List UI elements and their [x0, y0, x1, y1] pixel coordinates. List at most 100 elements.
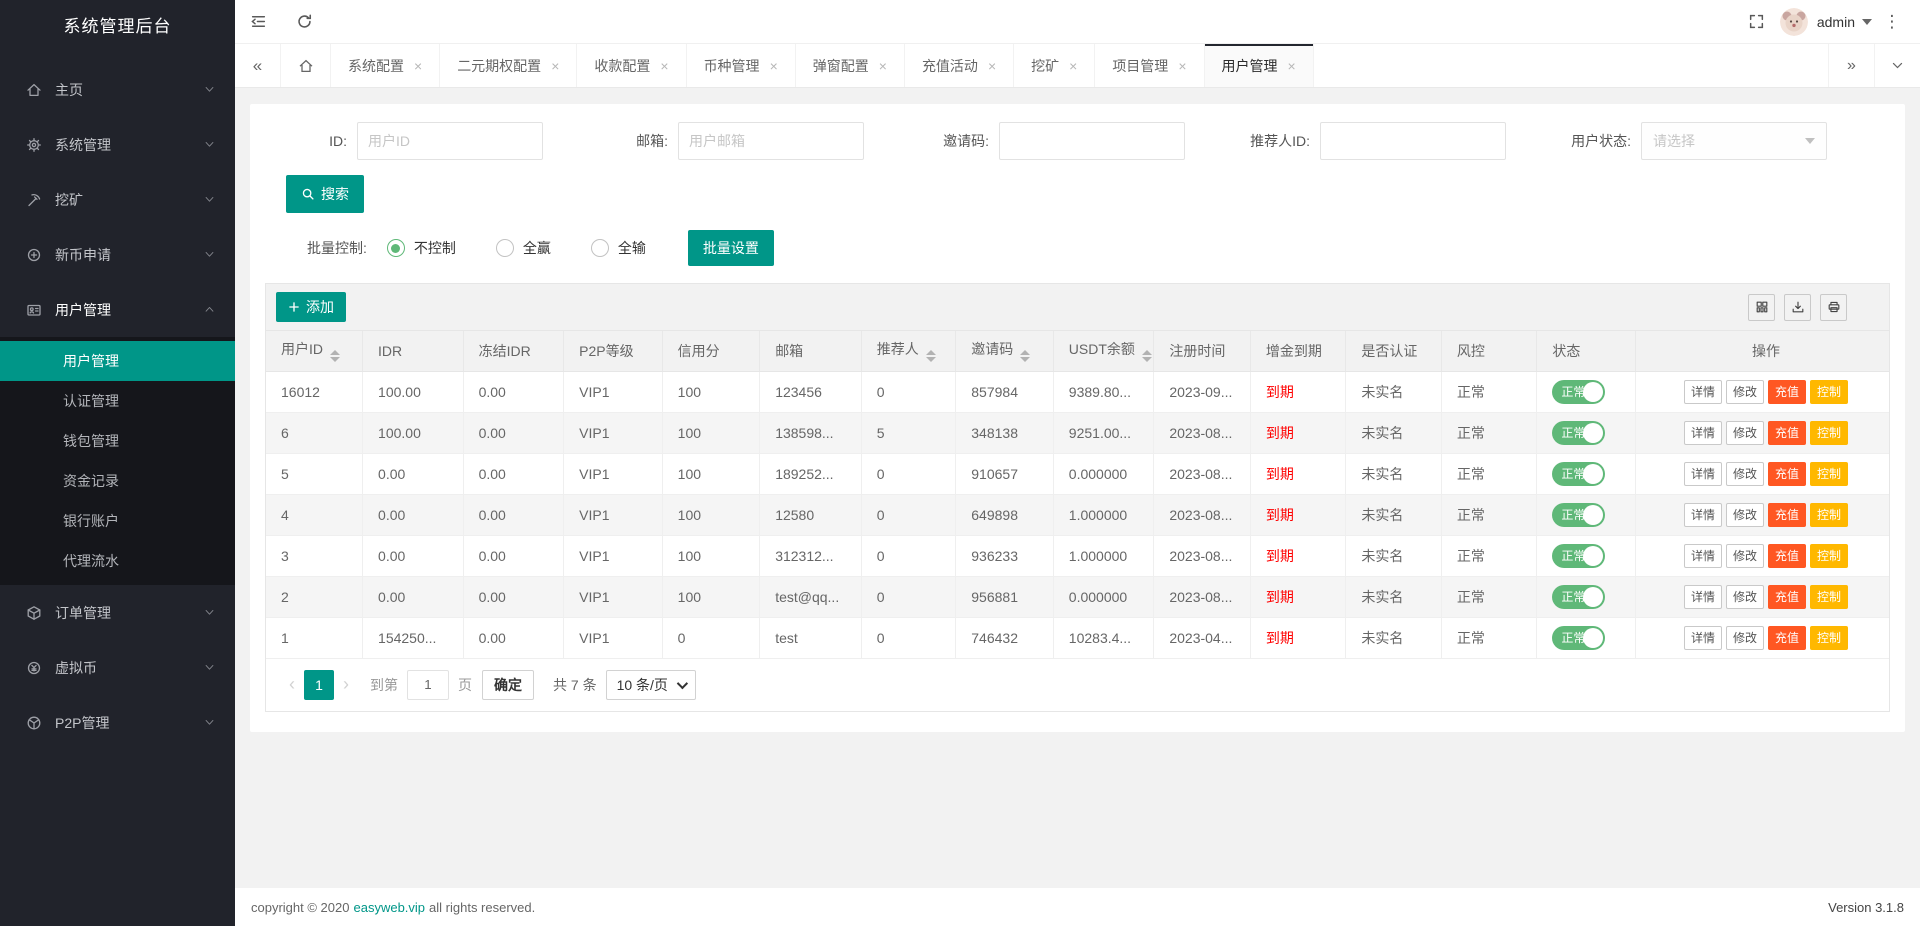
add-button[interactable]: 添加 [276, 292, 346, 322]
sidebar-item[interactable]: 系统管理 [0, 117, 235, 172]
sidebar-subitem[interactable]: 资金记录 [0, 461, 235, 501]
detail-button[interactable]: 详情 [1684, 462, 1722, 486]
status-toggle[interactable]: 正常 [1552, 626, 1605, 650]
page-size-select[interactable]: 10 条/页 [606, 670, 696, 700]
confirm-page-button[interactable]: 确定 [482, 670, 534, 700]
batch-radio-option[interactable]: 全赢 [496, 238, 551, 258]
tabs-scroll-right-button[interactable]: » [1828, 44, 1874, 87]
recharge-button[interactable]: 充值 [1768, 544, 1806, 568]
tab-item[interactable]: 二元期权配置 × [440, 44, 577, 87]
column-header[interactable]: 推荐人 [861, 331, 956, 371]
tab-item[interactable]: 项目管理 × [1095, 44, 1204, 87]
print-button[interactable] [1820, 294, 1847, 321]
search-button[interactable]: 搜索 [286, 175, 364, 213]
tab-item[interactable]: 挖矿 × [1014, 44, 1095, 87]
prev-page-button[interactable]: ‹ [280, 674, 304, 695]
recharge-button[interactable]: 充值 [1768, 585, 1806, 609]
detail-button[interactable]: 详情 [1684, 503, 1722, 527]
tab-item[interactable]: 充值活动 × [905, 44, 1014, 87]
close-icon[interactable]: × [660, 58, 668, 74]
edit-button[interactable]: 修改 [1726, 585, 1764, 609]
detail-button[interactable]: 详情 [1684, 544, 1722, 568]
refresh-icon[interactable] [281, 0, 327, 44]
close-icon[interactable]: × [770, 58, 778, 74]
column-header[interactable]: 邀请码 [956, 331, 1054, 371]
sort-icon[interactable] [1020, 350, 1030, 362]
referrer-id-input[interactable] [1320, 122, 1506, 160]
sidebar-item[interactable]: 虚拟币 [0, 640, 235, 695]
status-toggle[interactable]: 正常 [1552, 421, 1605, 445]
detail-button[interactable]: 详情 [1684, 585, 1722, 609]
recharge-button[interactable]: 充值 [1768, 462, 1806, 486]
close-icon[interactable]: × [414, 58, 422, 74]
columns-button[interactable] [1748, 294, 1775, 321]
status-toggle[interactable]: 正常 [1552, 503, 1605, 527]
avatar[interactable] [1780, 8, 1808, 36]
footer-link[interactable]: easyweb.vip [353, 900, 425, 915]
sort-icon[interactable] [926, 350, 936, 362]
tab-item[interactable]: 币种管理 × [687, 44, 796, 87]
invite-code-input[interactable] [999, 122, 1185, 160]
recharge-button[interactable]: 充值 [1768, 503, 1806, 527]
control-button[interactable]: 控制 [1810, 544, 1848, 568]
email-input[interactable] [678, 122, 864, 160]
page-number-input[interactable] [407, 670, 449, 700]
close-icon[interactable]: × [1069, 58, 1077, 74]
home-tab[interactable] [281, 44, 331, 87]
sidebar-item[interactable]: 主页 [0, 62, 235, 117]
close-icon[interactable]: × [1178, 58, 1186, 74]
edit-button[interactable]: 修改 [1726, 626, 1764, 650]
current-page-button[interactable]: 1 [304, 670, 334, 700]
recharge-button[interactable]: 充值 [1768, 626, 1806, 650]
status-toggle[interactable]: 正常 [1552, 462, 1605, 486]
collapse-sidebar-icon[interactable] [235, 0, 281, 44]
detail-button[interactable]: 详情 [1684, 626, 1722, 650]
edit-button[interactable]: 修改 [1726, 380, 1764, 404]
tabs-scroll-left-button[interactable]: « [235, 44, 281, 87]
username[interactable]: admin [1817, 14, 1855, 30]
status-toggle[interactable]: 正常 [1552, 380, 1605, 404]
control-button[interactable]: 控制 [1810, 626, 1848, 650]
sidebar-item[interactable]: 新币申请 [0, 227, 235, 282]
fullscreen-icon[interactable] [1734, 0, 1780, 44]
recharge-button[interactable]: 充值 [1768, 421, 1806, 445]
close-icon[interactable]: × [879, 58, 887, 74]
detail-button[interactable]: 详情 [1684, 380, 1722, 404]
sort-icon[interactable] [1142, 350, 1152, 362]
user-status-select[interactable]: 请选择 [1641, 122, 1827, 160]
tabs-options-button[interactable] [1874, 44, 1920, 87]
recharge-button[interactable]: 充值 [1768, 380, 1806, 404]
control-button[interactable]: 控制 [1810, 503, 1848, 527]
edit-button[interactable]: 修改 [1726, 462, 1764, 486]
edit-button[interactable]: 修改 [1726, 421, 1764, 445]
status-toggle[interactable]: 正常 [1552, 544, 1605, 568]
export-button[interactable] [1784, 294, 1811, 321]
more-menu-icon[interactable]: ⋮ [1872, 12, 1912, 32]
sidebar-subitem[interactable]: 代理流水 [0, 541, 235, 581]
detail-button[interactable]: 详情 [1684, 421, 1722, 445]
column-header[interactable]: 用户ID [266, 331, 363, 371]
sidebar-subitem[interactable]: 认证管理 [0, 381, 235, 421]
control-button[interactable]: 控制 [1810, 585, 1848, 609]
sidebar-subitem[interactable]: 银行账户 [0, 501, 235, 541]
edit-button[interactable]: 修改 [1726, 544, 1764, 568]
next-page-button[interactable]: › [334, 674, 358, 695]
sidebar-item[interactable]: 挖矿 [0, 172, 235, 227]
id-input[interactable] [357, 122, 543, 160]
sidebar-subitem[interactable]: 钱包管理 [0, 421, 235, 461]
batch-radio-option[interactable]: 不控制 [387, 238, 456, 258]
control-button[interactable]: 控制 [1810, 462, 1848, 486]
sidebar-subitem[interactable]: 用户管理 [0, 341, 235, 381]
close-icon[interactable]: × [988, 58, 996, 74]
tab-item[interactable]: 弹窗配置 × [796, 44, 905, 87]
control-button[interactable]: 控制 [1810, 421, 1848, 445]
edit-button[interactable]: 修改 [1726, 503, 1764, 527]
close-icon[interactable]: × [1288, 58, 1296, 74]
tab-item[interactable]: 系统配置 × [331, 44, 440, 87]
sidebar-item[interactable]: 订单管理 [0, 585, 235, 640]
status-toggle[interactable]: 正常 [1552, 585, 1605, 609]
batch-radio-option[interactable]: 全输 [591, 238, 646, 258]
column-header[interactable]: USDT余额 [1053, 331, 1154, 371]
sort-icon[interactable] [330, 350, 340, 362]
sidebar-item[interactable]: P2P管理 [0, 695, 235, 750]
